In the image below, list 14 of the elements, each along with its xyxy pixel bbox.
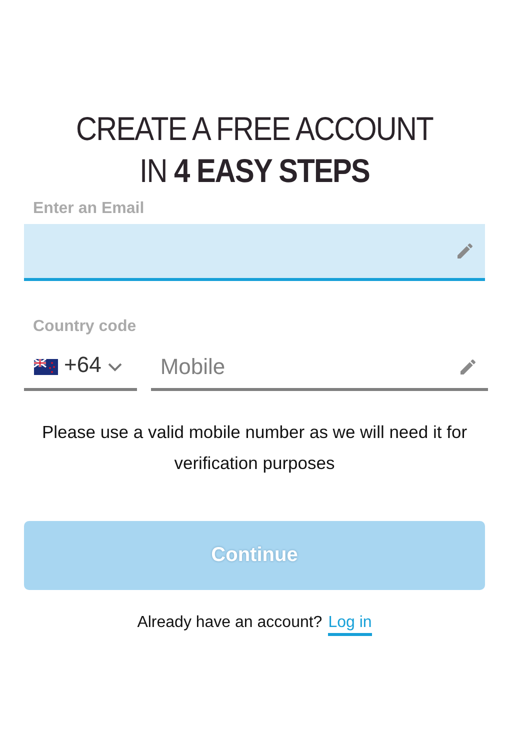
login-link[interactable]: Log in [328, 614, 372, 636]
mobile-field[interactable]: Mobile [151, 346, 488, 391]
flag-icon [34, 359, 58, 375]
field-label: Country code [32, 318, 136, 336]
pencil-icon [458, 357, 478, 377]
help-text: Please use a valid mobile number as we will need it for verification purposes [40, 421, 468, 475]
heading-line: CREATE A FREE ACCOUNT [76, 109, 433, 149]
heading-line: IN 4 EASY STEPS [140, 151, 370, 191]
login-prompt: Already have an account? [137, 614, 322, 633]
field-label: Enter an Email [32, 200, 144, 218]
country-code-select[interactable]: +64 [24, 346, 138, 391]
chevron-down-icon [107, 362, 124, 372]
email-field[interactable] [24, 224, 485, 281]
pencil-icon [455, 241, 475, 261]
